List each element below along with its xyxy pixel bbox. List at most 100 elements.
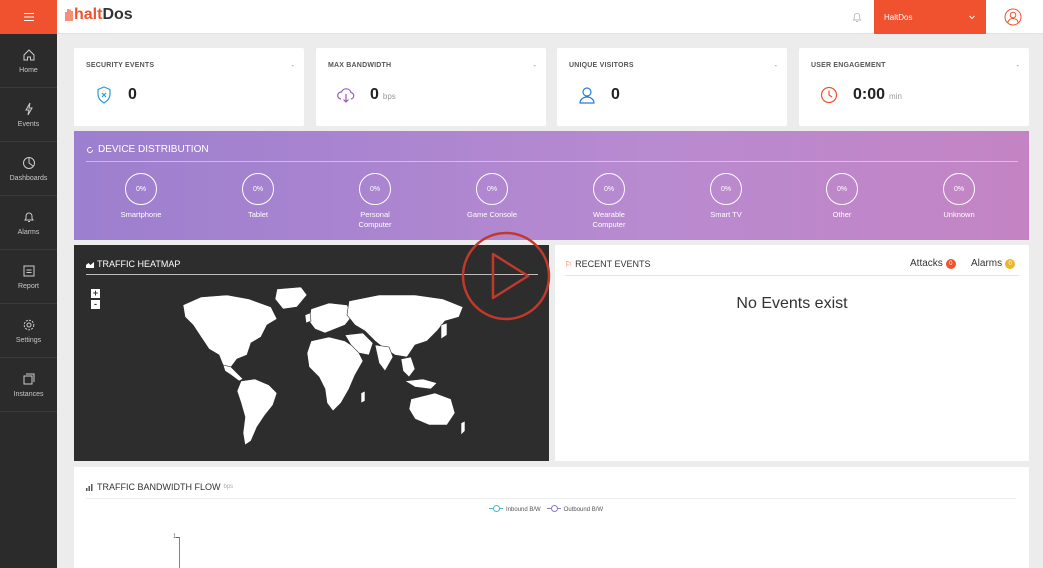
map-region-north-america bbox=[182, 294, 278, 368]
device-label: Smart TV bbox=[710, 210, 742, 220]
heatmap-title: TRAFFIC HEATMAP bbox=[86, 259, 180, 269]
bandwidth-unit: bps bbox=[223, 484, 234, 490]
device-label: Other bbox=[833, 210, 852, 220]
menu-toggle-button[interactable] bbox=[0, 0, 57, 34]
card-title: SECURITY EVENTS bbox=[86, 62, 155, 69]
attacks-tab[interactable]: Attacks 0 bbox=[910, 258, 956, 269]
device-label: Tablet bbox=[248, 210, 268, 220]
card-menu-button[interactable]: - bbox=[774, 61, 777, 70]
outbound-marker-icon bbox=[546, 505, 561, 512]
panel-title-text: TRAFFIC HEATMAP bbox=[97, 259, 181, 269]
value-unit: bps bbox=[382, 92, 396, 101]
card-menu-button[interactable]: - bbox=[533, 61, 536, 70]
bolt-icon bbox=[24, 102, 33, 115]
device-label-line1: Other bbox=[832, 210, 852, 219]
chevron-down-icon bbox=[969, 15, 975, 20]
sidebar-item-label: Alarms bbox=[17, 228, 40, 236]
sidebar-item-instances[interactable]: Instances bbox=[0, 358, 57, 412]
max-bandwidth-value: 0 bps bbox=[370, 86, 396, 104]
device-label-line1: Personal bbox=[360, 210, 390, 219]
panel-title-text: TRAFFIC BANDWIDTH FLOW bbox=[97, 482, 221, 492]
sidebar-item-report[interactable]: Report bbox=[0, 250, 57, 304]
alarms-label: Alarms bbox=[971, 258, 1003, 269]
alarms-tab[interactable]: Alarms 0 bbox=[971, 258, 1016, 269]
world-map[interactable] bbox=[179, 285, 469, 455]
sidebar-item-label: Settings bbox=[15, 336, 42, 344]
account-name: HaltDos bbox=[884, 12, 913, 22]
sidebar-item-label: Dashboards bbox=[9, 174, 48, 182]
divider bbox=[565, 275, 1019, 276]
device-label-line1: Wearable bbox=[593, 210, 625, 219]
device-tablet: 0% Tablet bbox=[213, 173, 303, 220]
sidebar: Home Events Dashboards Alarms Report Set… bbox=[0, 0, 57, 568]
map-region-greenland bbox=[274, 286, 308, 310]
chart-legend: Inbound B/W Outbound B/W bbox=[489, 505, 603, 513]
sidebar-item-alarms[interactable]: Alarms bbox=[0, 196, 57, 250]
bar-chart-icon bbox=[86, 483, 93, 491]
cloud-download-icon bbox=[337, 88, 355, 103]
sidebar-item-home[interactable]: Home bbox=[0, 34, 57, 88]
zoom-out-button[interactable]: - bbox=[91, 300, 100, 309]
alarms-count-badge: 0 bbox=[1005, 258, 1016, 269]
logo-prefix: halt bbox=[74, 6, 103, 23]
device-distribution-title: DEVICE DISTRIBUTION bbox=[86, 144, 209, 155]
attacks-count-badge: 0 bbox=[945, 258, 956, 269]
device-label: Unknown bbox=[943, 210, 974, 220]
play-video-icon[interactable] bbox=[460, 230, 552, 322]
user-icon bbox=[579, 87, 595, 104]
legend-outbound[interactable]: Outbound B/W bbox=[546, 505, 603, 513]
clock-icon bbox=[820, 86, 838, 104]
notification-bell-icon[interactable] bbox=[851, 11, 863, 23]
refresh-icon bbox=[87, 146, 93, 153]
device-smartphone: 0% Smartphone bbox=[96, 173, 186, 220]
sidebar-item-label: Home bbox=[19, 66, 38, 74]
sidebar-item-dashboards[interactable]: Dashboards bbox=[0, 142, 57, 196]
map-region-south-america bbox=[236, 378, 278, 446]
map-region-madagascar bbox=[360, 390, 366, 404]
map-region-japan bbox=[440, 322, 448, 340]
map-region-australia bbox=[408, 392, 456, 426]
card-title: MAX BANDWIDTH bbox=[328, 62, 392, 69]
device-other: 0% Other bbox=[797, 173, 887, 220]
device-label: Personal Computer bbox=[359, 210, 392, 230]
device-percent-ring: 0% bbox=[826, 173, 858, 205]
panel-title-text: DEVICE DISTRIBUTION bbox=[98, 144, 209, 155]
map-region-southeast-asia bbox=[400, 356, 416, 378]
device-percent-ring: 0% bbox=[943, 173, 975, 205]
user-avatar-icon[interactable] bbox=[1004, 8, 1022, 26]
divider bbox=[86, 498, 1016, 499]
empty-state-text: No Events exist bbox=[736, 295, 848, 312]
legend-inbound[interactable]: Inbound B/W bbox=[489, 505, 541, 513]
device-percent-ring: 0% bbox=[593, 173, 625, 205]
panel-title-text: RECENT EVENTS bbox=[575, 259, 651, 269]
hand-logo-icon bbox=[65, 9, 73, 21]
card-menu-button[interactable]: - bbox=[291, 61, 294, 70]
legend-inbound-label: Inbound B/W bbox=[506, 507, 541, 513]
device-label-line1: Unknown bbox=[943, 210, 975, 219]
sidebar-item-label: Instances bbox=[13, 390, 44, 398]
device-game-console: 0% Game Console bbox=[447, 173, 537, 220]
map-region-central-america bbox=[222, 364, 244, 382]
traffic-bandwidth-panel: TRAFFIC BANDWIDTH FLOW bps Inbound B/W O… bbox=[74, 467, 1029, 568]
bell-icon bbox=[23, 212, 34, 222]
card-menu-button[interactable]: - bbox=[1016, 61, 1019, 70]
sidebar-item-events[interactable]: Events bbox=[0, 88, 57, 142]
recent-events-panel: ⚐ RECENT EVENTS Attacks 0 Alarms 0 No Ev… bbox=[555, 245, 1029, 461]
map-region-indonesia bbox=[404, 378, 438, 390]
hamburger-icon bbox=[23, 13, 34, 21]
user-engagement-value: 0:00 min bbox=[853, 86, 902, 104]
zoom-in-button[interactable]: + bbox=[91, 289, 100, 298]
divider bbox=[86, 161, 1018, 162]
value-number: 0:00 bbox=[853, 86, 886, 103]
sidebar-item-settings[interactable]: Settings bbox=[0, 304, 57, 358]
unique-visitors-card: UNIQUE VISITORS - 0 bbox=[557, 48, 787, 126]
device-label-line1: Tablet bbox=[247, 210, 268, 219]
map-region-uk bbox=[304, 312, 312, 324]
device-percent-ring: 0% bbox=[710, 173, 742, 205]
account-dropdown[interactable]: HaltDos bbox=[874, 0, 986, 34]
app-logo[interactable]: halt Dos bbox=[65, 6, 133, 24]
events-flag-icon: ⚐ bbox=[565, 259, 573, 269]
device-personal-computer: 0% Personal Computer bbox=[330, 173, 420, 230]
pie-chart-icon bbox=[22, 156, 35, 169]
map-region-new-zealand bbox=[460, 420, 466, 436]
